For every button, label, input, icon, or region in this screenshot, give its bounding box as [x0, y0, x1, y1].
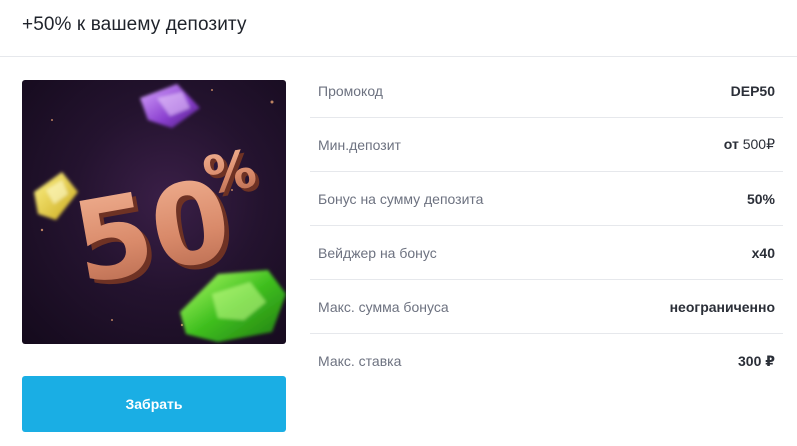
- wager-value: x40: [751, 244, 775, 261]
- promo-image: 50 50 % %: [22, 80, 286, 344]
- detail-label: Мин.депозит: [318, 136, 401, 153]
- detail-row-max-bonus: Макс. сумма бонуса неограниченно: [310, 280, 783, 334]
- min-deposit-amount: 500₽: [742, 136, 775, 152]
- detail-row-max-bet: Макс. ставка 300 ₽: [310, 334, 783, 388]
- claim-button[interactable]: Забрать: [22, 376, 286, 432]
- purple-gem-icon: [140, 84, 200, 128]
- svg-text:%: %: [199, 139, 261, 207]
- detail-label: Макс. ставка: [318, 353, 402, 369]
- bonus-details: Промокод DEP50 Мин.депозит от 500₽ Бонус…: [310, 64, 783, 388]
- detail-label: Вейджер на бонус: [318, 244, 437, 261]
- page-header: +50% к вашему депозиту: [0, 0, 797, 57]
- page-title: +50% к вашему депозиту: [22, 14, 247, 35]
- promo-illustration: 50 50 % %: [34, 84, 286, 342]
- promocode-value: DEP50: [730, 82, 775, 99]
- detail-label: Бонус на сумму депозита: [318, 190, 484, 207]
- detail-row-bonus-amount: Бонус на сумму депозита 50%: [310, 172, 783, 226]
- min-deposit-prefix: от: [723, 136, 739, 152]
- detail-row-promocode: Промокод DEP50: [310, 64, 783, 118]
- detail-label: Макс. сумма бонуса: [318, 298, 449, 315]
- detail-row-min-deposit: Мин.депозит от 500₽: [310, 118, 783, 172]
- detail-row-wager: Вейджер на бонус x40: [310, 226, 783, 280]
- max-bet-value: 300 ₽: [738, 352, 775, 369]
- max-bonus-value: неограниченно: [669, 298, 775, 315]
- min-deposit-value: от 500₽: [724, 136, 775, 153]
- detail-label: Промокод: [318, 82, 383, 99]
- bonus-amount-value: 50%: [746, 190, 775, 207]
